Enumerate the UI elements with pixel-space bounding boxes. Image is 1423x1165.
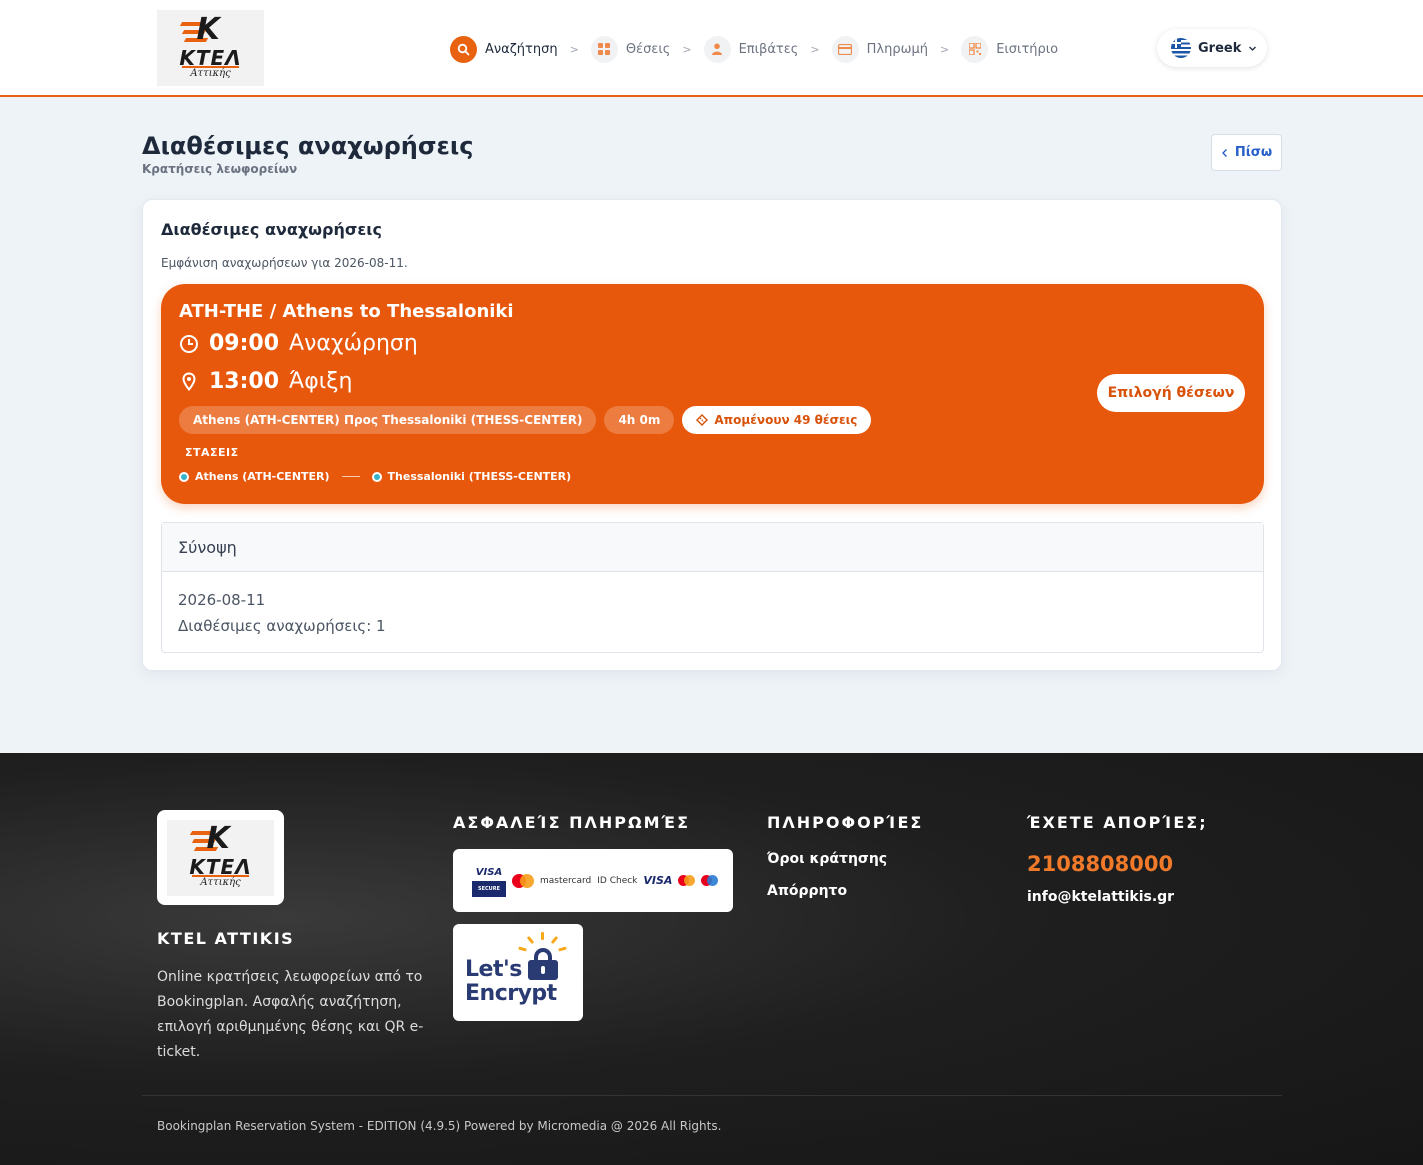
maestro-icon: [701, 875, 719, 886]
departure-item: ATH-THE / Athens to Thessaloniki 09:00 Α…: [161, 284, 1264, 504]
map-pin-icon: [182, 371, 196, 391]
step-separator: >: [569, 42, 579, 56]
step-passengers[interactable]: Επιβάτες: [703, 35, 799, 63]
departure-chips: Athens (ATH-CENTER) Προς Thessaloniki (T…: [179, 406, 872, 434]
letsencrypt-text: Let's Encrypt: [465, 957, 557, 1006]
page-title: Διαθέσιμες αναχωρήσεις: [142, 132, 474, 160]
stop-dot-icon: [371, 471, 382, 482]
footer-logo[interactable]: K ΚΤΕΛ Αττικής: [157, 810, 284, 905]
back-button[interactable]: Πίσω: [1211, 134, 1282, 171]
logo-text: ΚΤΕΛ: [179, 45, 242, 70]
payment-badges: VISA SECURE mastercard ID Check VISA: [453, 849, 733, 912]
arrival-time: 13:00: [209, 369, 280, 394]
departure-label: Αναχώρηση: [289, 331, 418, 356]
summary-panel: Σύνοψη 2026-08-11 Διαθέσιμες αναχωρήσεις…: [161, 522, 1264, 653]
step-separator: >: [682, 42, 692, 56]
stop-dot-icon: [179, 471, 189, 482]
departures-card: Διαθέσιμες αναχωρήσεις Εμφάνιση αναχωρήσ…: [142, 199, 1282, 671]
footer-description: Online κρατήσεις λεωφορείων από το Booki…: [157, 969, 424, 1060]
back-label: Πίσω: [1234, 145, 1273, 160]
duration-chip: 4h 0m: [604, 406, 675, 434]
seats-chip: Απομένουν 49 θέσεις: [682, 406, 872, 434]
departure-time-row: 09:00 Αναχώρηση: [179, 331, 418, 356]
summary-count: Διαθέσιμες αναχωρήσεις: 1: [178, 617, 386, 635]
user-icon: [703, 35, 731, 63]
payments-heading: ΑΣΦΑΛΕΊΣ ΠΛΗΡΩΜΈΣ: [453, 813, 690, 832]
mastercard-icon: [512, 873, 534, 888]
footer-brand: KTEL ATTIKIS: [157, 929, 295, 948]
contact-email[interactable]: info@ktelattikis.gr: [1027, 889, 1174, 905]
logo-subtext: Αττικής: [182, 65, 239, 79]
logo-subtext: Αττικής: [192, 875, 249, 888]
footer-divider: [142, 1095, 1282, 1096]
card-note: Εμφάνιση αναχωρήσεων για 2026-08-11.: [161, 256, 408, 270]
route-chip: Athens (ATH-CENTER) Προς Thessaloniki (T…: [179, 406, 597, 434]
step-seats[interactable]: Θέσεις: [590, 35, 671, 63]
card-icon: [831, 35, 859, 63]
step-separator: >: [939, 42, 950, 56]
visa-icon: VISA: [643, 874, 673, 887]
search-icon: [450, 35, 477, 63]
greek-flag-icon: [1171, 38, 1191, 58]
contact-phone[interactable]: 2108808000: [1027, 852, 1173, 876]
mastercard-label: mastercard: [540, 875, 592, 886]
language-selector[interactable]: Greek: [1157, 29, 1267, 67]
mastercard-small-icon: [678, 875, 696, 886]
site-logo[interactable]: K ΚΤΕΛ Αττικής: [157, 10, 264, 86]
step-label: Εισιτήριο: [996, 41, 1059, 57]
chevron-down-icon: [1249, 46, 1257, 51]
step-label: Θέσεις: [625, 41, 671, 57]
site-footer: K ΚΤΕΛ Αττικής KTEL ATTIKIS Online κρατή…: [0, 753, 1423, 1165]
step-label: Επιβάτες: [738, 41, 799, 57]
seats-remaining: Απομένουν 49 θέσεις: [714, 413, 858, 427]
stops-heading: ΣΤΑΣΕΙΣ: [185, 446, 239, 459]
clock-icon: [180, 334, 198, 353]
logo-mark-icon: K: [189, 821, 251, 857]
arrival-label: Άφιξη: [289, 369, 353, 394]
departure-time: 09:00: [209, 331, 280, 356]
stop-name: Athens (ATH-CENTER): [195, 470, 330, 483]
page-subtitle: Κρατήσεις λεωφορείων: [142, 162, 298, 176]
step-ticket[interactable]: Εισιτήριο: [961, 35, 1059, 63]
ticket-icon: [696, 414, 709, 426]
privacy-link[interactable]: Απόρρητο: [767, 883, 847, 899]
stop-item: Athens (ATH-CENTER): [179, 470, 330, 483]
summary-date: 2026-08-11: [178, 591, 266, 609]
stop-item: Thessaloniki (THESS-CENTER): [371, 470, 572, 483]
arrival-time-row: 13:00 Άφιξη: [179, 369, 352, 394]
site-header: K ΚΤΕΛ Αττικής Αναζήτηση > Θέσεις > Επιβ…: [0, 0, 1423, 97]
grid-icon: [590, 35, 618, 63]
logo-text: ΚΤΕΛ: [189, 855, 252, 879]
stop-name: Thessaloniki (THESS-CENTER): [387, 470, 572, 483]
letsencrypt-badge: Let's Encrypt: [453, 924, 583, 1021]
logo-mark-icon: K: [179, 12, 241, 48]
idcheck-label: ID Check: [597, 875, 638, 886]
departure-route: ATH-THE / Athens to Thessaloniki: [179, 301, 514, 322]
visa-secure-icon: VISA SECURE: [472, 864, 506, 897]
qr-icon: [961, 35, 989, 63]
info-heading: ΠΛΗΡΟΦΟΡΊΕΣ: [767, 813, 924, 832]
step-separator: >: [810, 42, 820, 56]
chevron-left-icon: [1221, 148, 1227, 157]
stop-connector: [341, 476, 360, 477]
stops-list: Athens (ATH-CENTER) Thessaloniki (THESS-…: [179, 470, 571, 483]
language-label: Greek: [1198, 40, 1242, 56]
step-payment[interactable]: Πληρωμή: [831, 35, 928, 63]
terms-link[interactable]: Όροι κράτησης: [767, 851, 887, 867]
step-label: Πληρωμή: [866, 41, 928, 57]
card-title: Διαθέσιμες αναχωρήσεις: [161, 220, 382, 239]
step-search[interactable]: Αναζήτηση: [450, 35, 558, 63]
footer-copyright: Bookingplan Reservation System - EDITION…: [157, 1119, 722, 1133]
booking-steps: Αναζήτηση > Θέσεις > Επιβάτες > Πληρωμή …: [450, 34, 1058, 64]
select-seats-button[interactable]: Επιλογή θέσεων: [1097, 374, 1245, 412]
summary-heading: Σύνοψη: [162, 523, 1263, 572]
contact-heading: ΈΧΕΤΕ ΑΠΟΡΊΕΣ;: [1027, 813, 1208, 832]
step-label: Αναζήτηση: [485, 41, 558, 57]
